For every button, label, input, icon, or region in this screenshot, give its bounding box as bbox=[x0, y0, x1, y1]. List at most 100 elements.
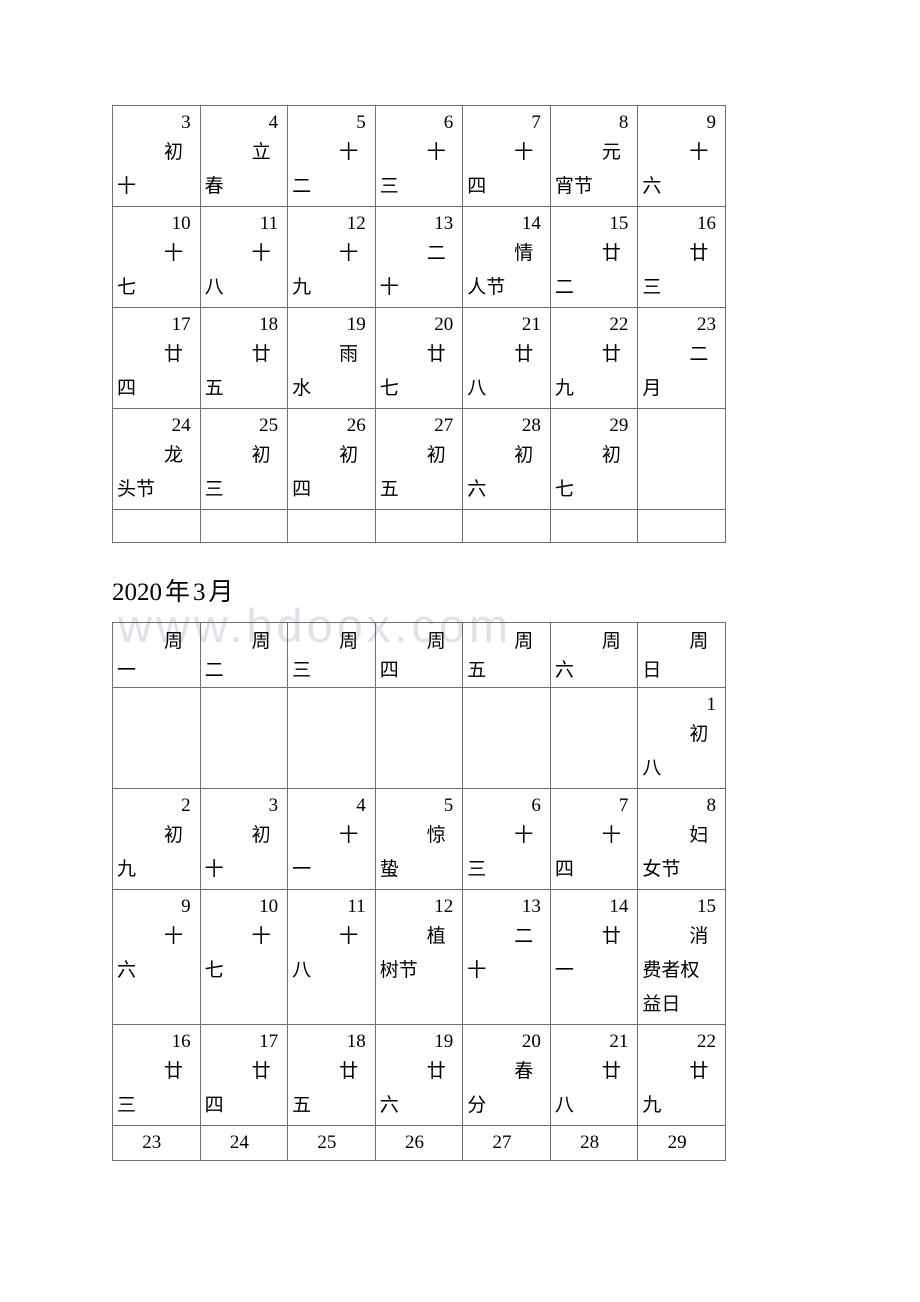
calendar-empty-cell bbox=[199, 509, 289, 543]
calendar-day-cell-29[interactable]: 29 bbox=[637, 1125, 726, 1161]
calendar-day-cell-26[interactable]: 26 初四 bbox=[287, 408, 376, 510]
calendar-day-cell-29[interactable]: 29 初七 bbox=[549, 408, 639, 510]
day-number: 22 bbox=[609, 314, 629, 335]
calendar-day-cell-19[interactable]: 19 雨水 bbox=[287, 307, 376, 409]
calendar-day-cell-4[interactable]: 4 十一 bbox=[287, 788, 376, 890]
day-cell-content: 12 十九 bbox=[288, 207, 375, 307]
day-number: 11 bbox=[347, 896, 366, 917]
calendar-day-cell-13[interactable]: 13 二十 bbox=[374, 206, 464, 308]
lunar-or-festival-label: 初六 bbox=[467, 445, 534, 500]
weekday-label: 周二 bbox=[204, 631, 271, 681]
calendar-day-cell-15[interactable]: 15 廿二 bbox=[549, 206, 639, 308]
day-number: 25 bbox=[259, 415, 279, 436]
calendar-day-cell-5[interactable]: 5 十二 bbox=[287, 105, 376, 207]
calendar-day-cell-14[interactable]: 14 情人节 bbox=[462, 206, 551, 308]
day-cell-content: 28 初六 bbox=[463, 409, 550, 509]
calendar-day-cell-1[interactable]: 1 初八 bbox=[637, 687, 726, 789]
calendar-day-cell-5[interactable]: 5 惊蛰 bbox=[374, 788, 464, 890]
calendar-day-cell-15[interactable]: 15 消费者权益日 bbox=[637, 889, 726, 1025]
calendar-day-cell-8[interactable]: 8 元宵节 bbox=[549, 105, 639, 207]
day-number: 10 bbox=[259, 896, 279, 917]
calendar-week-row: 2 初九 3 初十 4 十一 5 惊蛰 6 十三 7 十四 8 妇女节 bbox=[112, 788, 726, 890]
calendar-day-cell-25[interactable]: 25 初三 bbox=[199, 408, 289, 510]
day-cell-content bbox=[551, 510, 638, 542]
weekday-header-box: 周六 bbox=[551, 623, 638, 687]
calendar-day-cell-20[interactable]: 20 廿七 bbox=[374, 307, 464, 409]
calendar-day-cell-22[interactable]: 22 廿九 bbox=[549, 307, 639, 409]
calendar-day-cell-10[interactable]: 10 十七 bbox=[199, 889, 289, 1025]
day-number: 19 bbox=[434, 1031, 454, 1052]
lunar-or-festival-label: 十六 bbox=[642, 142, 709, 197]
day-number: 14 bbox=[521, 213, 541, 234]
calendar-day-cell-26[interactable]: 26 bbox=[374, 1125, 464, 1161]
calendar-day-cell-24[interactable]: 24 bbox=[199, 1125, 289, 1161]
calendar-day-cell-28[interactable]: 28 bbox=[549, 1125, 639, 1161]
day-number: 4 bbox=[356, 795, 366, 816]
calendar-day-cell-2[interactable]: 2 初九 bbox=[112, 788, 201, 890]
calendar-day-cell-14[interactable]: 14 廿一 bbox=[549, 889, 639, 1025]
calendar-day-cell-6[interactable]: 6 十三 bbox=[374, 105, 464, 207]
day-number: 17 bbox=[171, 314, 191, 335]
calendar-day-cell-23[interactable]: 23 二月 bbox=[637, 307, 726, 409]
day-cell-content bbox=[288, 510, 375, 542]
calendar-day-cell-17[interactable]: 17 廿四 bbox=[199, 1024, 289, 1126]
calendar-day-cell-27[interactable]: 27 初五 bbox=[374, 408, 464, 510]
day-number: 15 bbox=[609, 213, 629, 234]
calendar-day-cell-23[interactable]: 23 bbox=[112, 1125, 201, 1161]
day-number: 26 bbox=[404, 1132, 424, 1153]
calendar-day-cell-3[interactable]: 3 初十 bbox=[199, 788, 289, 890]
calendar-empty-cell bbox=[462, 687, 551, 789]
lunar-or-festival-label: 龙头节 bbox=[117, 445, 184, 500]
calendar-day-cell-4[interactable]: 4 立春 bbox=[199, 105, 289, 207]
month-title-month: 3 bbox=[193, 579, 206, 606]
calendar-day-cell-19[interactable]: 19 廿六 bbox=[374, 1024, 464, 1126]
calendar-day-cell-24[interactable]: 24 龙头节 bbox=[112, 408, 201, 510]
calendar-day-cell-13[interactable]: 13 二十 bbox=[462, 889, 551, 1025]
calendar-day-cell-18[interactable]: 18 廿五 bbox=[199, 307, 289, 409]
calendar-day-cell-11[interactable]: 11 十八 bbox=[287, 889, 376, 1025]
day-cell-content: 29 bbox=[638, 1126, 725, 1160]
lunar-or-festival-label: 二月 bbox=[642, 344, 709, 399]
lunar-or-festival-label: 初三 bbox=[204, 445, 271, 500]
calendar-day-cell-17[interactable]: 17 廿四 bbox=[112, 307, 201, 409]
day-cell-content: 21 廿八 bbox=[551, 1025, 638, 1125]
calendar-day-cell-21[interactable]: 21 廿八 bbox=[549, 1024, 639, 1126]
day-number: 4 bbox=[268, 112, 279, 133]
month-title-nian: 年 bbox=[165, 579, 191, 606]
day-number: 15 bbox=[696, 896, 716, 917]
day-number: 18 bbox=[259, 314, 279, 335]
calendar-day-cell-28[interactable]: 28 初六 bbox=[462, 408, 551, 510]
day-number: 7 bbox=[618, 795, 629, 816]
day-cell-content: 24 龙头节 bbox=[113, 409, 200, 509]
calendar-day-cell-12[interactable]: 12 十九 bbox=[287, 206, 376, 308]
day-cell-content: 9 十六 bbox=[113, 890, 200, 990]
day-number: 5 bbox=[443, 795, 454, 816]
lunar-or-festival-label: 十二 bbox=[292, 142, 359, 197]
calendar-day-cell-9[interactable]: 9 十六 bbox=[112, 889, 201, 1025]
calendar-day-cell-16[interactable]: 16 廿三 bbox=[637, 206, 726, 308]
calendar-day-cell-8[interactable]: 8 妇女节 bbox=[637, 788, 726, 890]
weekday-header-cell-3: 周三 bbox=[287, 622, 376, 688]
calendar-day-cell-25[interactable]: 25 bbox=[287, 1125, 376, 1161]
calendar-day-cell-3[interactable]: 3 初十 bbox=[112, 105, 201, 207]
day-number: 25 bbox=[317, 1132, 337, 1153]
calendar-day-cell-9[interactable]: 9 十六 bbox=[637, 105, 726, 207]
weekday-header-box: 周三 bbox=[288, 623, 375, 687]
calendar-day-cell-20[interactable]: 20 春分 bbox=[462, 1024, 551, 1126]
day-number: 24 bbox=[171, 415, 191, 436]
day-number: 8 bbox=[706, 795, 716, 816]
calendar-day-cell-16[interactable]: 16 廿三 bbox=[112, 1024, 201, 1126]
calendar-day-cell-18[interactable]: 18 廿五 bbox=[287, 1024, 376, 1126]
calendar-day-cell-7[interactable]: 7 十四 bbox=[549, 788, 639, 890]
calendar-day-cell-11[interactable]: 11 十八 bbox=[199, 206, 289, 308]
calendar-day-cell-7[interactable]: 7 十四 bbox=[462, 105, 551, 207]
weekday-header-box: 周二 bbox=[201, 623, 288, 687]
lunar-or-festival-label: 立春 bbox=[204, 142, 271, 197]
calendar-day-cell-27[interactable]: 27 bbox=[462, 1125, 551, 1161]
calendar-day-cell-22[interactable]: 22 廿九 bbox=[637, 1024, 726, 1126]
calendar-day-cell-6[interactable]: 6 十三 bbox=[462, 788, 551, 890]
lunar-or-festival-label: 惊蛰 bbox=[379, 825, 446, 880]
calendar-day-cell-21[interactable]: 21 廿八 bbox=[462, 307, 551, 409]
calendar-day-cell-12[interactable]: 12 植树节 bbox=[374, 889, 464, 1025]
calendar-day-cell-10[interactable]: 10 十七 bbox=[112, 206, 201, 308]
